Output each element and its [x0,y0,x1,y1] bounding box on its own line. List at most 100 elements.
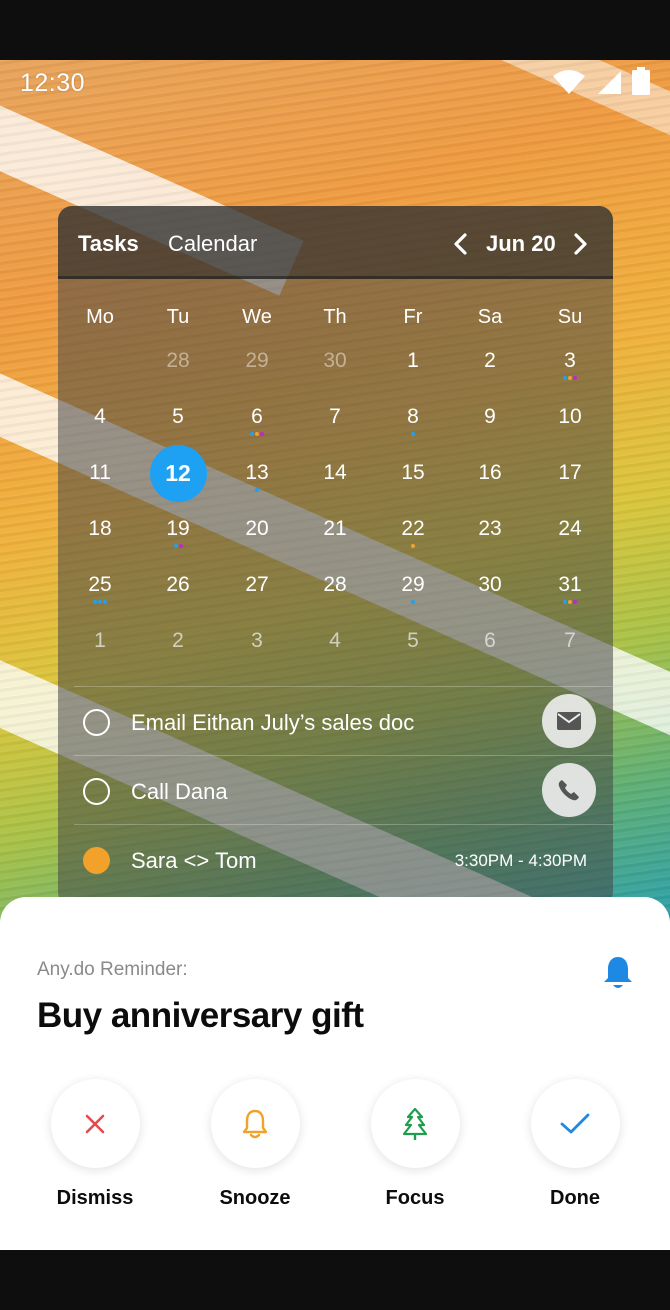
calendar-day[interactable]: 26 [150,571,206,619]
calendar-day[interactable]: 3 [229,627,285,675]
focus-button[interactable] [370,1079,460,1168]
event-dots [229,656,285,661]
event-dots [462,600,518,605]
event-time: 3:30PM - 4:30PM [454,851,587,870]
calendar-day[interactable]: 19 [150,515,206,563]
widget-header: Tasks Calendar Jun 20 [58,206,613,279]
day-number: 12 [165,460,191,486]
wifi-icon [553,70,585,94]
event-dots [542,376,598,381]
email-action-button[interactable] [542,694,596,748]
chevron-left-icon[interactable] [452,233,470,255]
done-button[interactable] [530,1079,620,1168]
calendar-day[interactable]: 4 [72,403,128,451]
calendar-day[interactable]: 28 [150,347,206,395]
calendar-day[interactable]: 24 [542,515,598,563]
task-checkbox[interactable] [83,778,110,805]
event-dots [385,488,441,493]
calendar-day[interactable]: 15 [385,459,441,507]
tree-icon [402,1107,428,1140]
chevron-right-icon[interactable] [571,233,589,255]
day-number: 13 [245,461,269,484]
calendar-day[interactable]: 31 [542,571,598,619]
calendar-day[interactable]: 13 [229,459,285,507]
calendar-day[interactable]: 5 [150,403,206,451]
bell-icon [604,957,632,988]
snooze-button[interactable] [210,1079,300,1168]
calendar-day-today[interactable]: 12 [150,445,207,507]
weekday-label: Su [557,306,583,328]
day-number: 29 [401,573,425,596]
day-number: 28 [323,573,347,596]
calendar-day[interactable]: 11 [72,459,128,507]
calendar-day[interactable]: 18 [72,515,128,563]
tab-tasks[interactable]: Tasks [78,231,139,257]
tab-calendar[interactable]: Calendar [168,231,257,257]
task-checkbox[interactable] [83,709,110,736]
weekday-label: Sa [477,306,503,328]
calendar-day[interactable]: 4 [307,627,363,675]
event-dots [542,600,598,605]
event-dot [563,376,567,380]
bell-icon [242,1109,268,1138]
calendar-day[interactable]: 17 [542,459,598,507]
calendar-day[interactable]: 7 [307,403,363,451]
day-number: 3 [251,629,263,652]
focus-action[interactable]: Focus [355,1079,475,1210]
dismiss-action[interactable]: Dismiss [35,1079,155,1210]
event-dots [72,544,128,549]
day-number: 22 [401,517,425,540]
status-time: 12:30 [20,69,86,97]
event-label: Sara <> Tom [131,848,257,873]
event-dot [573,600,577,604]
calendar-day[interactable]: 27 [229,571,285,619]
event-dot [411,432,415,436]
calendar-day[interactable]: 16 [462,459,518,507]
day-number: 5 [407,629,419,652]
calendar-day[interactable]: 2 [462,347,518,395]
calendar-day[interactable]: 25 [72,571,128,619]
calendar-day[interactable]: 1 [385,347,441,395]
task-row[interactable]: Email Eithan July’s sales doc [74,686,613,755]
calendar-day[interactable]: 30 [307,347,363,395]
done-action[interactable]: Done [515,1079,635,1210]
event-dots [542,656,598,661]
calendar-day[interactable]: 6 [462,627,518,675]
calendar-day[interactable]: 5 [385,627,441,675]
calendar-day[interactable]: 8 [385,403,441,451]
weekday-label: Tu [166,306,190,328]
calendar-day[interactable]: 23 [462,515,518,563]
calendar-day[interactable]: 20 [229,515,285,563]
day-number: 27 [245,573,269,596]
calendar-day[interactable]: 29 [385,571,441,619]
event-dots [72,488,128,493]
call-action-button[interactable] [542,763,596,817]
day-number: 7 [564,629,576,652]
calendar-day[interactable]: 14 [307,459,363,507]
calendar-day[interactable]: 2 [150,627,206,675]
calendar-day[interactable]: 6 [229,403,285,451]
calendar-day[interactable]: 10 [542,403,598,451]
event-dots [385,432,441,437]
calendar-day[interactable]: 7 [542,627,598,675]
calendar-day[interactable]: 28 [307,571,363,619]
snooze-action[interactable]: Snooze [195,1079,315,1210]
anydo-calendar-widget: Tasks Calendar Jun 20 Mo Tu We Th Fr Sa Su 28 2… [58,206,613,906]
day-number: 18 [88,517,112,540]
calendar-day[interactable]: 3 [542,347,598,395]
day-number: 2 [172,629,184,652]
event-dot [568,376,572,380]
calendar-day[interactable]: 29 [229,347,285,395]
day-number: 3 [564,349,576,372]
calendar-day[interactable]: 30 [462,571,518,619]
calendar-day[interactable]: 9 [462,403,518,451]
event-dots [72,432,128,437]
dismiss-button[interactable] [50,1079,140,1168]
event-row[interactable]: Sara <> Tom 3:30PM - 4:30PM [74,824,613,893]
task-row[interactable]: Call Dana [74,755,613,824]
calendar-day[interactable]: 1 [72,627,128,675]
event-dots [307,376,363,381]
calendar-day[interactable]: 22 [385,515,441,563]
dismiss-label: Dismiss [56,1187,134,1209]
calendar-day[interactable]: 21 [307,515,363,563]
